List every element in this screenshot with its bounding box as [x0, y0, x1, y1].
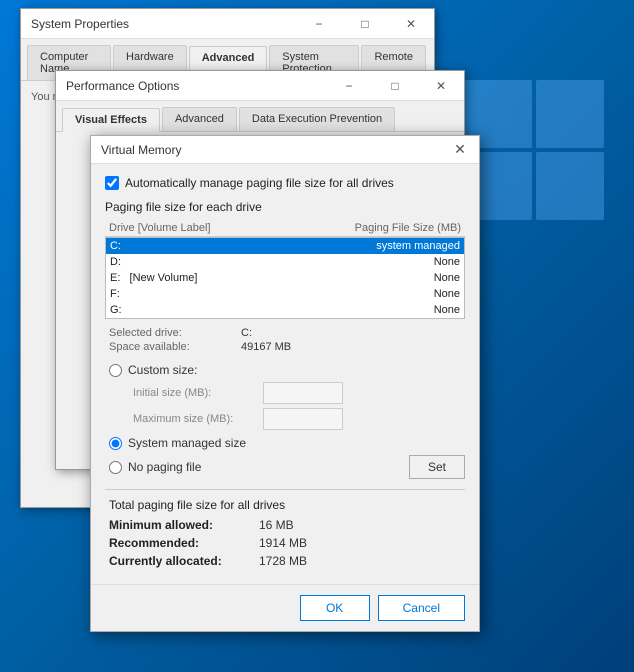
- selected-drive-label: Selected drive:: [109, 327, 239, 339]
- drive-row-g[interactable]: G: None: [106, 302, 464, 318]
- maximum-size-label: Maximum size (MB):: [133, 413, 263, 425]
- minimum-row: Minimum allowed: 16 MB: [109, 518, 465, 532]
- dialog-footer: OK Cancel: [91, 584, 479, 631]
- auto-manage-checkbox[interactable]: [105, 176, 119, 190]
- custom-size-label: Custom size:: [128, 363, 197, 377]
- space-available-label: Space available:: [109, 341, 239, 353]
- total-section-label: Total paging file size for all drives: [109, 498, 465, 512]
- tab-dep[interactable]: Data Execution Prevention: [239, 107, 395, 131]
- perf-opts-title: Performance Options: [66, 79, 179, 93]
- perf-opts-tabs: Visual Effects Advanced Data Execution P…: [56, 101, 464, 132]
- perf-opts-titlebar: Performance Options − □ ✕: [56, 71, 464, 101]
- desktop: System Properties − □ ✕ Computer Name Ha…: [0, 0, 634, 672]
- system-managed-label: System managed size: [128, 436, 246, 450]
- set-button[interactable]: Set: [409, 455, 465, 479]
- drive-e-size: None: [340, 272, 460, 284]
- paging-section-label: Paging file size for each drive: [105, 200, 465, 214]
- virtual-memory-dialog: Virtual Memory ✕ Automatically manage pa…: [90, 135, 480, 632]
- drive-table-header: Drive [Volume Label] Paging File Size (M…: [105, 220, 465, 237]
- virtual-mem-close-button[interactable]: ✕: [441, 136, 479, 164]
- minimum-label: Minimum allowed:: [109, 518, 259, 532]
- auto-manage-label: Automatically manage paging file size fo…: [125, 176, 394, 190]
- currently-allocated-value: 1728 MB: [259, 554, 465, 568]
- total-section: Total paging file size for all drives Mi…: [105, 498, 465, 568]
- custom-size-radio[interactable]: [109, 364, 122, 377]
- drive-f-size: None: [340, 288, 460, 300]
- perf-maximize-button[interactable]: □: [372, 71, 418, 101]
- drive-row-f[interactable]: F: None: [106, 286, 464, 302]
- drive-table[interactable]: C: system managed D: None E: [New Volume…: [105, 237, 465, 319]
- auto-manage-row: Automatically manage paging file size fo…: [105, 176, 465, 190]
- drive-g-size: None: [340, 304, 460, 316]
- virtual-mem-titlebar: Virtual Memory ✕: [91, 136, 479, 164]
- custom-size-row: Custom size:: [109, 363, 465, 377]
- close-button[interactable]: ✕: [388, 9, 434, 39]
- maximum-size-row: Maximum size (MB):: [109, 408, 465, 430]
- ok-button[interactable]: OK: [300, 595, 370, 621]
- initial-size-input[interactable]: [263, 382, 343, 404]
- system-props-titlebar: System Properties − □ ✕: [21, 9, 434, 39]
- drive-d-label: D:: [110, 256, 340, 268]
- no-paging-row: No paging file Set: [109, 455, 465, 479]
- drive-d-size: None: [340, 256, 460, 268]
- drive-g-label: G:: [110, 304, 340, 316]
- header-drive: Drive [Volume Label]: [109, 222, 211, 234]
- drive-f-label: F:: [110, 288, 340, 300]
- initial-size-row: Initial size (MB):: [109, 382, 465, 404]
- currently-allocated-row: Currently allocated: 1728 MB: [109, 554, 465, 568]
- system-props-title: System Properties: [31, 17, 129, 31]
- space-available-value: 49167 MB: [241, 341, 465, 353]
- recommended-value: 1914 MB: [259, 536, 465, 550]
- no-paging-radio[interactable]: [109, 461, 122, 474]
- drive-row-c[interactable]: C: system managed: [106, 238, 464, 254]
- titlebar-controls: − □ ✕: [296, 9, 434, 39]
- selected-drive-value: C:: [241, 327, 465, 339]
- virtual-mem-body: Automatically manage paging file size fo…: [91, 164, 479, 584]
- minimize-button[interactable]: −: [296, 9, 342, 39]
- perf-opts-controls: − □ ✕: [326, 71, 464, 101]
- drive-c-label: C:: [110, 240, 340, 252]
- drive-row-d[interactable]: D: None: [106, 254, 464, 270]
- initial-size-label: Initial size (MB):: [133, 387, 263, 399]
- minimum-value: 16 MB: [259, 518, 465, 532]
- radio-group: Custom size: Initial size (MB): Maximum …: [105, 363, 465, 479]
- perf-minimize-button[interactable]: −: [326, 71, 372, 101]
- system-managed-row: System managed size: [109, 436, 465, 450]
- cancel-button[interactable]: Cancel: [378, 595, 465, 621]
- recommended-label: Recommended:: [109, 536, 259, 550]
- drive-e-label: E: [New Volume]: [110, 272, 340, 284]
- header-size: Paging File Size (MB): [355, 222, 461, 234]
- no-paging-label: No paging file: [128, 460, 201, 474]
- perf-close-button[interactable]: ✕: [418, 71, 464, 101]
- system-managed-radio[interactable]: [109, 437, 122, 450]
- windows-logo-decoration: [464, 80, 604, 220]
- drive-row-e[interactable]: E: [New Volume] None: [106, 270, 464, 286]
- virtual-mem-title: Virtual Memory: [101, 143, 181, 157]
- tab-visual-effects[interactable]: Visual Effects: [62, 108, 160, 132]
- currently-allocated-label: Currently allocated:: [109, 554, 259, 568]
- maximize-button[interactable]: □: [342, 9, 388, 39]
- drive-info-section: Selected drive: C: Space available: 4916…: [105, 327, 465, 353]
- divider: [105, 489, 465, 490]
- recommended-row: Recommended: 1914 MB: [109, 536, 465, 550]
- drive-c-size: system managed: [340, 240, 460, 252]
- tab-advanced-perf[interactable]: Advanced: [162, 107, 237, 131]
- maximum-size-input[interactable]: [263, 408, 343, 430]
